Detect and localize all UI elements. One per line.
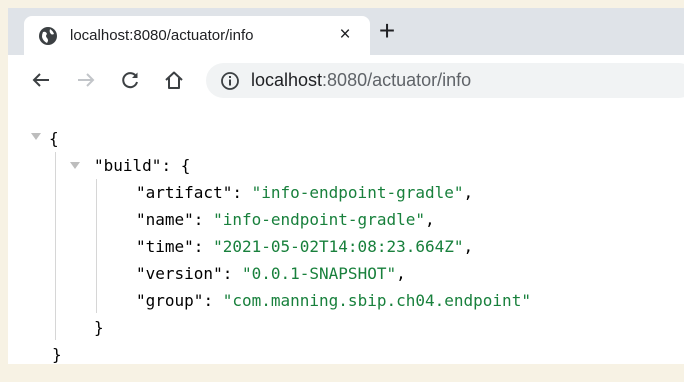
globe-icon <box>39 27 57 45</box>
build-indent-guide <box>96 179 97 313</box>
address-bar[interactable]: localhost:8080/actuator/info <box>206 63 684 98</box>
json-entry-group: "group": "com.manning.sbip.ch04.endpoint… <box>136 291 531 310</box>
json-build-line: "build": { <box>94 156 191 175</box>
url-path: :8080/actuator/info <box>322 70 472 90</box>
json-root-open: { <box>49 129 59 148</box>
json-entry-artifact: "artifact": "info-endpoint-gradle", <box>136 183 474 202</box>
url-host: localhost <box>251 70 323 90</box>
collapse-root-icon[interactable] <box>31 133 41 140</box>
new-tab-button[interactable]: + <box>375 17 399 45</box>
reload-icon[interactable] <box>119 69 141 91</box>
tab-strip: localhost:8080/actuator/info × + <box>8 8 684 55</box>
json-entry-name: "name": "info-endpoint-gradle", <box>136 210 435 229</box>
tab-title: localhost:8080/actuator/info <box>70 27 254 44</box>
tab-active[interactable]: localhost:8080/actuator/info × <box>24 16 370 55</box>
toolbar: localhost:8080/actuator/info <box>8 55 684 106</box>
json-viewer: { "build": { "artifact": "info-endpoint-… <box>8 106 684 364</box>
home-icon[interactable] <box>163 69 185 91</box>
json-build-close: } <box>94 318 104 337</box>
info-icon[interactable] <box>220 71 240 91</box>
browser-window: localhost:8080/actuator/info × + localho… <box>8 8 684 364</box>
forward-arrow-icon[interactable] <box>75 69 97 91</box>
tab-close-icon[interactable]: × <box>334 24 356 46</box>
json-entry-time: "time": "2021-05-02T14:08:23.664Z", <box>136 237 474 256</box>
json-key-build: "build" <box>94 156 162 175</box>
back-arrow-icon[interactable] <box>30 69 52 91</box>
json-root-close: } <box>52 345 62 364</box>
collapse-build-icon[interactable] <box>70 162 80 169</box>
root-indent-guide <box>55 152 56 340</box>
json-entry-version: "version": "0.0.1-SNAPSHOT", <box>136 264 406 283</box>
address-url: localhost:8080/actuator/info <box>251 70 471 91</box>
